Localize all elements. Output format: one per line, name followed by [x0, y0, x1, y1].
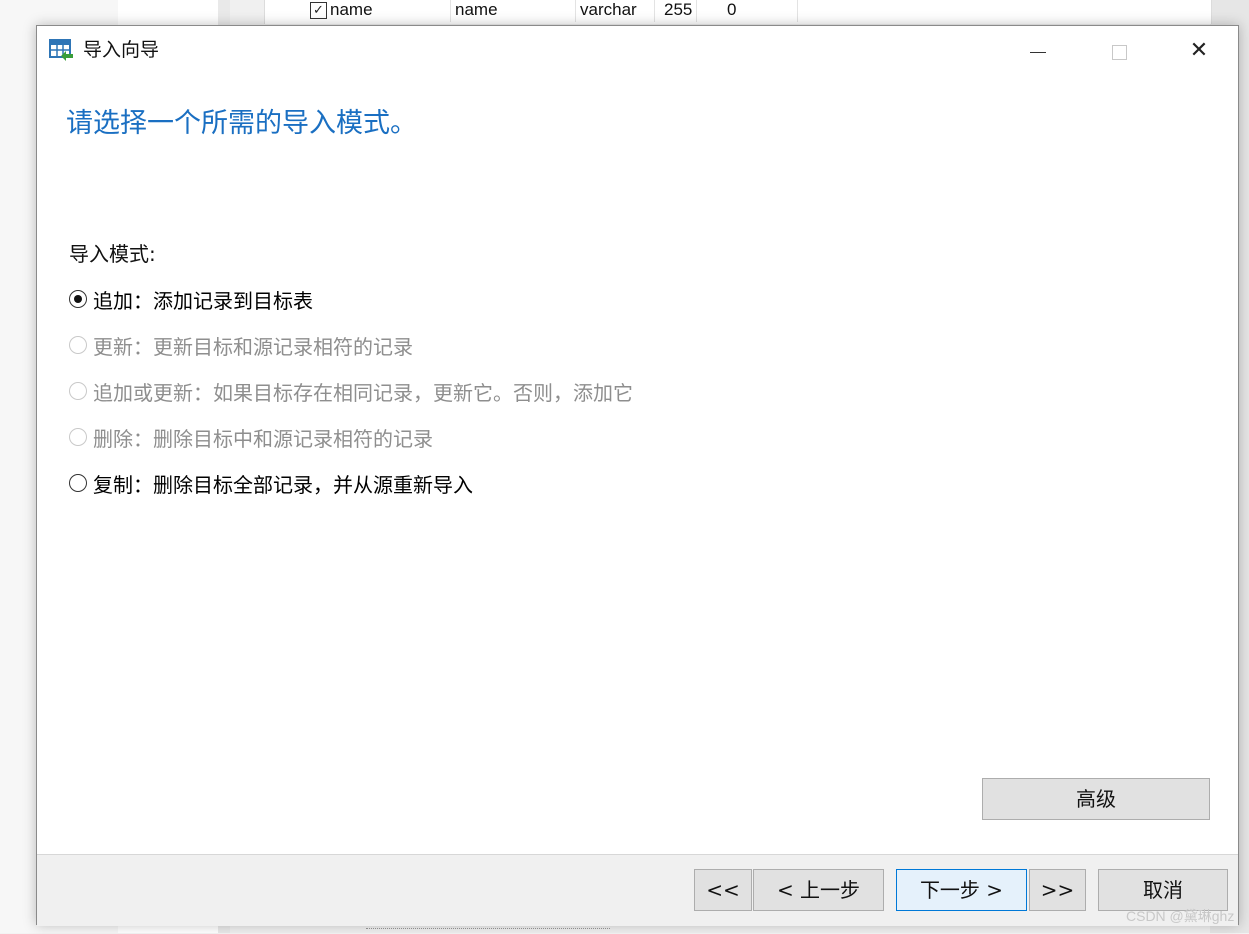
minimize-button[interactable] [1015, 34, 1061, 68]
field-checkbox[interactable]: ✓ [310, 2, 327, 19]
title-bar[interactable]: 导入向导 ✕ [37, 26, 1238, 76]
radio-indicator[interactable] [69, 290, 87, 308]
cancel-button[interactable]: 取消 [1098, 869, 1228, 911]
radio-indicator [69, 382, 87, 400]
radio-append-or-update: 追加或更新：如果目标存在相同记录，更新它。否则，添加它 [69, 377, 633, 405]
radio-label: 更新：更新目标和源记录相符的记录 [93, 334, 413, 359]
previous-step-button[interactable]: < 上一步 [753, 869, 884, 911]
radio-label: 复制：删除目标全部记录，并从源重新导入 [93, 472, 473, 497]
wizard-footer: << < 上一步 下一步 > >> 取消 [37, 854, 1238, 926]
grid-cell-target-field: name [451, 0, 576, 22]
minimize-icon [1030, 52, 1046, 53]
first-step-button[interactable]: << [694, 869, 752, 911]
radio-indicator[interactable] [69, 474, 87, 492]
advanced-button[interactable]: 高级 [982, 778, 1210, 820]
maximize-icon [1111, 45, 1127, 60]
grid-cell-length: 255 [660, 0, 697, 22]
radio-delete: 删除：删除目标中和源记录相符的记录 [69, 423, 433, 451]
grid-cell-decimals: 0 [723, 0, 798, 22]
next-step-button[interactable]: 下一步 > [896, 869, 1027, 911]
maximize-button[interactable] [1096, 34, 1142, 68]
radio-indicator [69, 336, 87, 354]
background-divider [366, 928, 610, 934]
watermark: CSDN @黛琳ghz [1126, 908, 1235, 924]
close-button[interactable]: ✕ [1176, 34, 1222, 68]
close-icon: ✕ [1189, 38, 1209, 63]
radio-update: 更新：更新目标和源记录相符的记录 [69, 331, 413, 359]
radio-label: 追加：添加记录到目标表 [93, 288, 313, 313]
radio-append[interactable]: 追加：添加记录到目标表 [69, 285, 313, 313]
last-step-button[interactable]: >> [1029, 869, 1086, 911]
import-mode-label: 导入模式: [69, 242, 156, 266]
page-heading: 请选择一个所需的导入模式。 [66, 108, 417, 139]
radio-indicator [69, 428, 87, 446]
grid-cell-source-field: name [326, 0, 451, 22]
radio-label: 删除：删除目标中和源记录相符的记录 [93, 426, 433, 451]
window-title: 导入向导 [83, 39, 160, 61]
grid-cell-type: varchar [576, 0, 655, 22]
radio-copy[interactable]: 复制：删除目标全部记录，并从源重新导入 [69, 469, 473, 497]
radio-label: 追加或更新：如果目标存在相同记录，更新它。否则，添加它 [93, 380, 633, 405]
table-import-icon [49, 38, 75, 64]
import-wizard-dialog: 导入向导 ✕ 请选择一个所需的导入模式。 导入模式: 追加：添加记录到目标表 更… [36, 25, 1239, 926]
